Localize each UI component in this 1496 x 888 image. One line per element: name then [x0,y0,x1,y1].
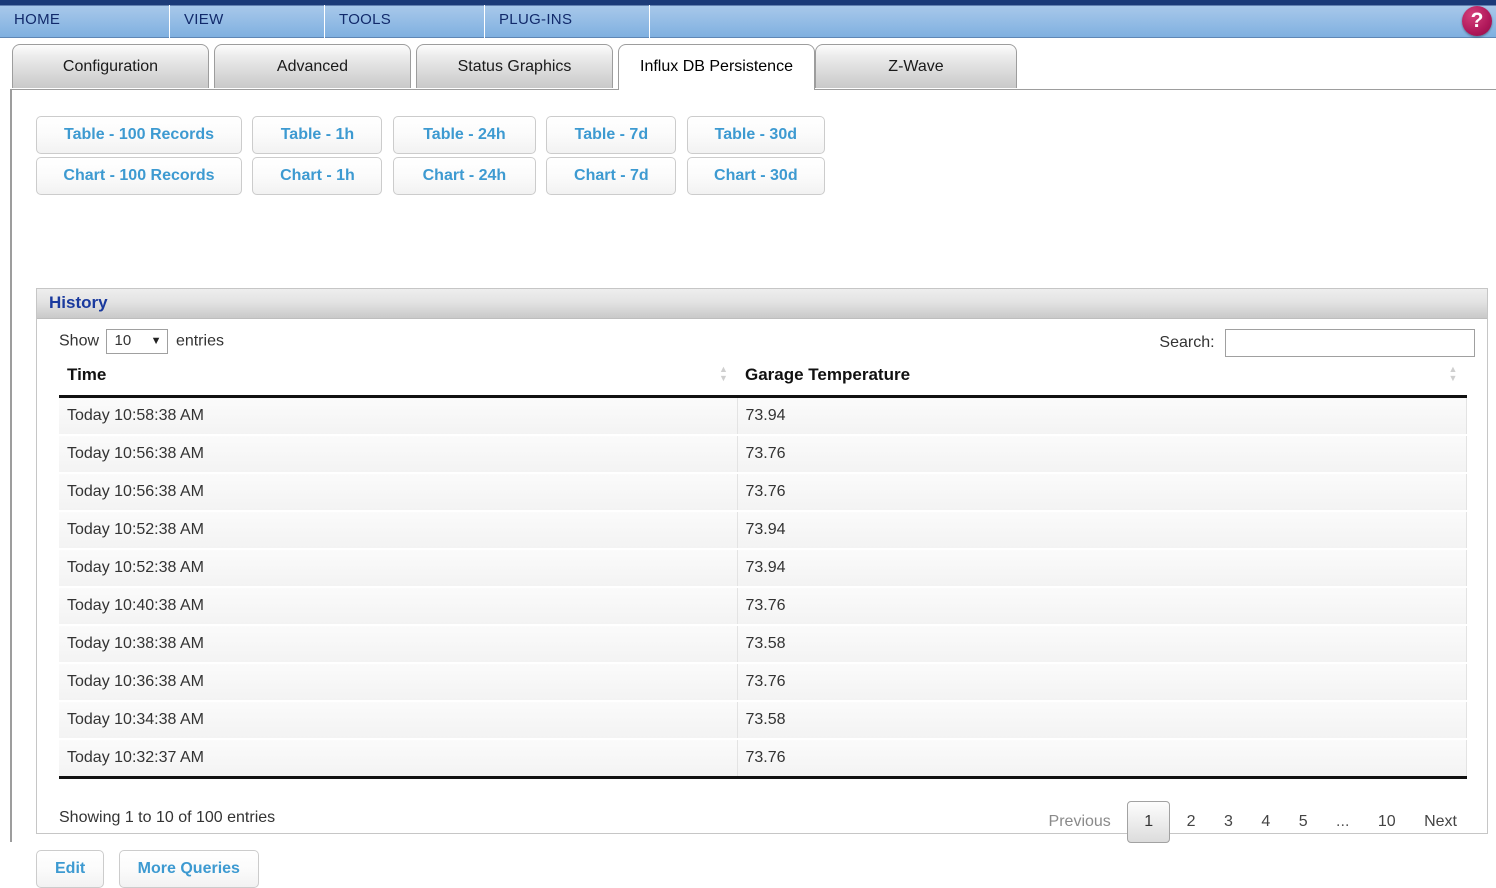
cell-value: 73.94 [737,396,1467,436]
cell-time: Today 10:52:38 AM [59,511,738,550]
cell-value: 73.76 [737,663,1467,702]
query-row-chart: Chart - 100 Records Chart - 1h Chart - 2… [36,157,831,197]
tab-active-underline-mask [619,89,814,91]
cell-time: Today 10:40:38 AM [59,587,738,626]
tab-z-wave[interactable]: Z-Wave [815,44,1017,88]
table-row[interactable]: Today 10:40:38 AM 73.76 [59,587,1467,626]
pagination-previous[interactable]: Previous [1037,802,1123,842]
button-table-24h[interactable]: Table - 24h [392,116,536,154]
menu-item-tools[interactable]: TOOLS [325,5,485,38]
table-row[interactable]: Today 10:58:38 AM 73.94 [59,396,1467,436]
table-row[interactable]: Today 10:56:38 AM 73.76 [59,435,1467,474]
cell-time: Today 10:52:38 AM [59,549,738,588]
entries-per-page-select[interactable]: 10 ▼ [106,329,169,354]
table-row[interactable]: Today 10:38:38 AM 73.58 [59,625,1467,664]
history-table-head: Time ▲ ▼ Garage Temperature ▲ ▼ [59,361,1467,398]
button-table-100-records[interactable]: Table - 100 Records [36,116,242,154]
cell-value: 73.94 [737,549,1467,588]
column-header-time-label: Time [67,365,107,384]
cell-time: Today 10:56:38 AM [59,435,738,474]
column-header-garage-temperature-label: Garage Temperature [745,365,911,384]
cell-value: 73.94 [737,511,1467,550]
cell-time: Today 10:38:38 AM [59,625,738,664]
pagination-page-4[interactable]: 4 [1249,802,1282,842]
cell-value: 73.58 [737,701,1467,740]
search-label: Search: [1159,334,1215,352]
pagination: Previous 1 2 3 4 5 ... 10 Next [1037,801,1469,843]
query-button-bar: Table - 100 Records Table - 1h Table - 2… [36,116,831,198]
cell-time: Today 10:36:38 AM [59,663,738,702]
column-header-time[interactable]: Time ▲ ▼ [59,361,737,398]
pagination-page-5[interactable]: 5 [1287,802,1320,842]
cell-time: Today 10:58:38 AM [59,396,738,436]
history-panel-title: History [37,289,1487,319]
show-entries-label-before: Show [59,332,100,350]
button-chart-24h[interactable]: Chart - 24h [392,157,536,195]
cell-value: 73.76 [737,587,1467,626]
showing-entries-info: Showing 1 to 10 of 100 entries [59,809,276,826]
pagination-next[interactable]: Next [1412,802,1469,842]
button-table-7d[interactable]: Table - 7d [546,116,677,154]
cell-value: 73.58 [737,625,1467,664]
more-queries-button[interactable]: More Queries [118,850,259,888]
tab-strip: Configuration Advanced Status Graphics I… [0,38,1496,90]
cell-time: Today 10:32:37 AM [59,739,738,779]
chevron-down-icon: ▼ [150,335,162,347]
cell-value: 73.76 [737,435,1467,474]
table-row[interactable]: Today 10:34:38 AM 73.58 [59,701,1467,740]
table-row[interactable]: Today 10:36:38 AM 73.76 [59,663,1467,702]
query-row-table: Table - 100 Records Table - 1h Table - 2… [36,116,831,156]
column-header-garage-temperature[interactable]: Garage Temperature ▲ ▼ [737,361,1467,398]
history-table-body: Today 10:58:38 AM 73.94 Today 10:56:38 A… [59,396,1467,779]
button-chart-100-records[interactable]: Chart - 100 Records [36,157,242,195]
cell-time: Today 10:34:38 AM [59,701,738,740]
search-input[interactable] [1225,329,1475,357]
table-header-row: Time ▲ ▼ Garage Temperature ▲ ▼ [59,361,1467,398]
pagination-page-3[interactable]: 3 [1212,802,1245,842]
tab-influx-db-persistence[interactable]: Influx DB Persistence [618,44,815,89]
menu-item-view[interactable]: VIEW [170,5,325,38]
button-chart-30d[interactable]: Chart - 30d [686,157,825,195]
tab-configuration[interactable]: Configuration [12,44,209,88]
history-table: Time ▲ ▼ Garage Temperature ▲ ▼ Today 10:5… [59,361,1467,779]
edit-button[interactable]: Edit [36,850,105,888]
button-table-1h[interactable]: Table - 1h [252,116,383,154]
sort-arrows-icon: ▲ ▼ [719,364,728,383]
top-menu-bar: HOME VIEW TOOLS PLUG-INS ? [0,0,1496,38]
cell-value: 73.76 [737,473,1467,512]
tab-advanced[interactable]: Advanced [214,44,411,88]
table-row[interactable]: Today 10:52:38 AM 73.94 [59,511,1467,550]
table-row[interactable]: Today 10:32:37 AM 73.76 [59,739,1467,779]
show-entries-control: Show 10 ▼ entries [59,329,224,354]
help-icon[interactable]: ? [1462,6,1492,36]
pagination-ellipsis: ... [1336,813,1350,830]
tab-status-graphics[interactable]: Status Graphics [416,44,613,88]
action-button-bar: Edit More Queries [36,850,269,888]
pagination-page-10[interactable]: 10 [1366,802,1408,842]
table-row[interactable]: Today 10:56:38 AM 73.76 [59,473,1467,512]
history-panel: History Show 10 ▼ entries Search: Time ▲… [36,288,1488,843]
table-row[interactable]: Today 10:52:38 AM 73.94 [59,549,1467,588]
cell-value: 73.76 [737,739,1467,779]
search-control: Search: [1159,329,1475,357]
button-chart-7d[interactable]: Chart - 7d [546,157,677,195]
button-chart-1h[interactable]: Chart - 1h [252,157,383,195]
show-entries-label-after: entries [175,332,224,350]
table-footer: Showing 1 to 10 of 100 entries Previous … [59,799,1469,845]
table-controls: Show 10 ▼ entries Search: [37,319,1487,361]
pagination-page-1[interactable]: 1 [1127,801,1171,843]
button-table-30d[interactable]: Table - 30d [686,116,825,154]
pagination-page-2[interactable]: 2 [1175,802,1208,842]
cell-time: Today 10:56:38 AM [59,473,738,512]
sort-arrows-icon: ▲ ▼ [1448,364,1458,383]
page-content-frame: Table - 100 Records Table - 1h Table - 2… [10,90,1496,888]
menu-item-home[interactable]: HOME [0,5,170,38]
menu-item-plugins[interactable]: PLUG-INS [485,5,650,38]
entries-per-page-value: 10 [114,332,132,349]
